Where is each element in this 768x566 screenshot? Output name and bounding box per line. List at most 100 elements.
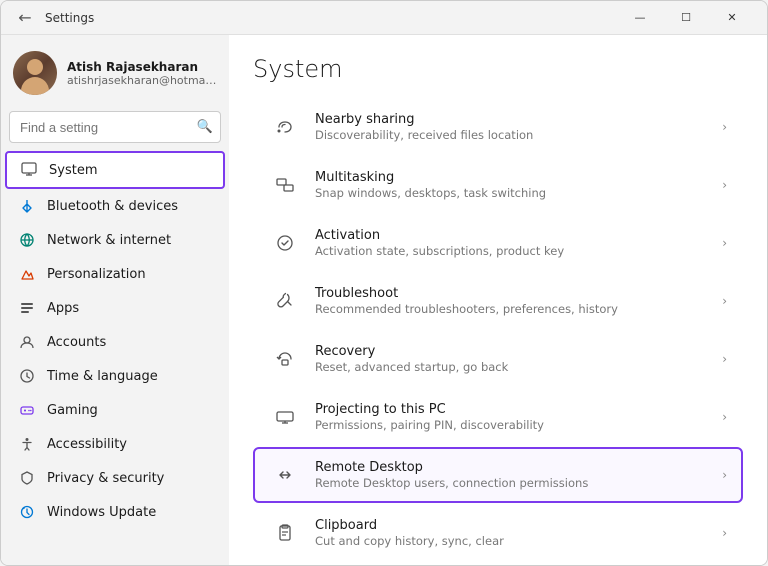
settings-item-about[interactable]: About Device specifications, rename PC, … [253, 563, 743, 565]
activation-icon [269, 227, 301, 259]
gaming-icon [17, 400, 37, 420]
remote-desktop-chevron: › [722, 468, 727, 482]
clipboard-text: Clipboard Cut and copy history, sync, cl… [315, 518, 708, 548]
sidebar-item-label: Privacy & security [47, 471, 164, 486]
activation-desc: Activation state, subscriptions, product… [315, 244, 708, 258]
sidebar-item-gaming[interactable]: Gaming [5, 393, 225, 427]
activation-chevron: › [722, 236, 727, 250]
user-profile[interactable]: Atish Rajasekharan atishrjasekharan@hotm… [1, 35, 229, 107]
window-controls: — ☐ ✕ [617, 1, 755, 35]
settings-item-clipboard[interactable]: Clipboard Cut and copy history, sync, cl… [253, 505, 743, 561]
user-name: Atish Rajasekharan [67, 60, 217, 74]
settings-item-remote-desktop[interactable]: Remote Desktop Remote Desktop users, con… [253, 447, 743, 503]
remote-desktop-title: Remote Desktop [315, 460, 708, 475]
multitasking-title: Multitasking [315, 170, 708, 185]
sidebar-item-label: Time & language [47, 369, 158, 384]
sidebar-item-windows-update[interactable]: Windows Update [5, 495, 225, 529]
sidebar-item-apps[interactable]: Apps [5, 291, 225, 325]
recovery-text: Recovery Reset, advanced startup, go bac… [315, 344, 708, 374]
multitasking-desc: Snap windows, desktops, task switching [315, 186, 708, 200]
windows-update-icon [17, 502, 37, 522]
sidebar-item-label: Apps [47, 301, 79, 316]
system-icon [19, 160, 39, 180]
avatar [13, 51, 57, 95]
troubleshoot-icon [269, 285, 301, 317]
recovery-chevron: › [722, 352, 727, 366]
sidebar-item-accounts[interactable]: Accounts [5, 325, 225, 359]
minimize-button[interactable]: — [617, 1, 663, 35]
user-info: Atish Rajasekharan atishrjasekharan@hotm… [67, 60, 217, 87]
recovery-icon [269, 343, 301, 375]
recovery-desc: Reset, advanced startup, go back [315, 360, 708, 374]
nearby-sharing-desc: Discoverability, received files location [315, 128, 708, 142]
sidebar-item-label: Bluetooth & devices [47, 199, 178, 214]
troubleshoot-chevron: › [722, 294, 727, 308]
sidebar-item-accessibility[interactable]: Accessibility [5, 427, 225, 461]
clipboard-desc: Cut and copy history, sync, clear [315, 534, 708, 548]
search-box: 🔍 [9, 111, 221, 143]
remote-desktop-text: Remote Desktop Remote Desktop users, con… [315, 460, 708, 490]
sidebar-item-label: Personalization [47, 267, 146, 282]
user-email: atishrjasekharan@hotmail.com [67, 74, 217, 87]
troubleshoot-text: Troubleshoot Recommended troubleshooters… [315, 286, 708, 316]
network-icon [17, 230, 37, 250]
search-icon: 🔍 [197, 120, 213, 135]
remote-desktop-icon [269, 459, 301, 491]
multitasking-icon [269, 169, 301, 201]
multitasking-text: Multitasking Snap windows, desktops, tas… [315, 170, 708, 200]
sidebar: Atish Rajasekharan atishrjasekharan@hotm… [1, 35, 229, 565]
sidebar-item-personalization[interactable]: Personalization [5, 257, 225, 291]
personalization-icon [17, 264, 37, 284]
recovery-title: Recovery [315, 344, 708, 359]
sidebar-item-label: Network & internet [47, 233, 171, 248]
sidebar-item-network[interactable]: Network & internet [5, 223, 225, 257]
multitasking-chevron: › [722, 178, 727, 192]
content-area: Atish Rajasekharan atishrjasekharan@hotm… [1, 35, 767, 565]
projecting-title: Projecting to this PC [315, 402, 708, 417]
sidebar-item-label: System [49, 163, 97, 178]
projecting-desc: Permissions, pairing PIN, discoverabilit… [315, 418, 708, 432]
nearby-sharing-text: Nearby sharing Discoverability, received… [315, 112, 708, 142]
sidebar-item-label: Accessibility [47, 437, 127, 452]
settings-list: Nearby sharing Discoverability, received… [253, 99, 743, 565]
privacy-icon [17, 468, 37, 488]
search-input[interactable] [9, 111, 221, 143]
sidebar-item-label: Accounts [47, 335, 106, 350]
nearby-sharing-title: Nearby sharing [315, 112, 708, 127]
maximize-button[interactable]: ☐ [663, 1, 709, 35]
titlebar: ← Settings — ☐ ✕ [1, 1, 767, 35]
apps-icon [17, 298, 37, 318]
settings-item-activation[interactable]: Activation Activation state, subscriptio… [253, 215, 743, 271]
sidebar-item-bluetooth[interactable]: Bluetooth & devices [5, 189, 225, 223]
clipboard-title: Clipboard [315, 518, 708, 533]
activation-title: Activation [315, 228, 708, 243]
close-button[interactable]: ✕ [709, 1, 755, 35]
projecting-text: Projecting to this PC Permissions, pairi… [315, 402, 708, 432]
troubleshoot-desc: Recommended troubleshooters, preferences… [315, 302, 708, 316]
settings-item-multitasking[interactable]: Multitasking Snap windows, desktops, tas… [253, 157, 743, 213]
sidebar-item-label: Gaming [47, 403, 98, 418]
remote-desktop-desc: Remote Desktop users, connection permiss… [315, 476, 708, 490]
time-icon [17, 366, 37, 386]
activation-text: Activation Activation state, subscriptio… [315, 228, 708, 258]
clipboard-chevron: › [722, 526, 727, 540]
sidebar-item-privacy[interactable]: Privacy & security [5, 461, 225, 495]
troubleshoot-title: Troubleshoot [315, 286, 708, 301]
settings-item-projecting[interactable]: Projecting to this PC Permissions, pairi… [253, 389, 743, 445]
nearby-sharing-icon [269, 111, 301, 143]
titlebar-title: Settings [45, 11, 609, 25]
settings-item-troubleshoot[interactable]: Troubleshoot Recommended troubleshooters… [253, 273, 743, 329]
back-button[interactable]: ← [13, 6, 37, 30]
accessibility-icon [17, 434, 37, 454]
settings-item-recovery[interactable]: Recovery Reset, advanced startup, go bac… [253, 331, 743, 387]
clipboard-icon [269, 517, 301, 549]
sidebar-item-label: Windows Update [47, 505, 156, 520]
accounts-icon [17, 332, 37, 352]
projecting-icon [269, 401, 301, 433]
settings-window: ← Settings — ☐ ✕ Atish Rajasekharan atis… [0, 0, 768, 566]
sidebar-item-time[interactable]: Time & language [5, 359, 225, 393]
page-title: System [253, 55, 743, 83]
settings-item-nearby-sharing[interactable]: Nearby sharing Discoverability, received… [253, 99, 743, 155]
main-content: System Nearby sharing Discoverability, r… [229, 35, 767, 565]
sidebar-item-system[interactable]: System [5, 151, 225, 189]
